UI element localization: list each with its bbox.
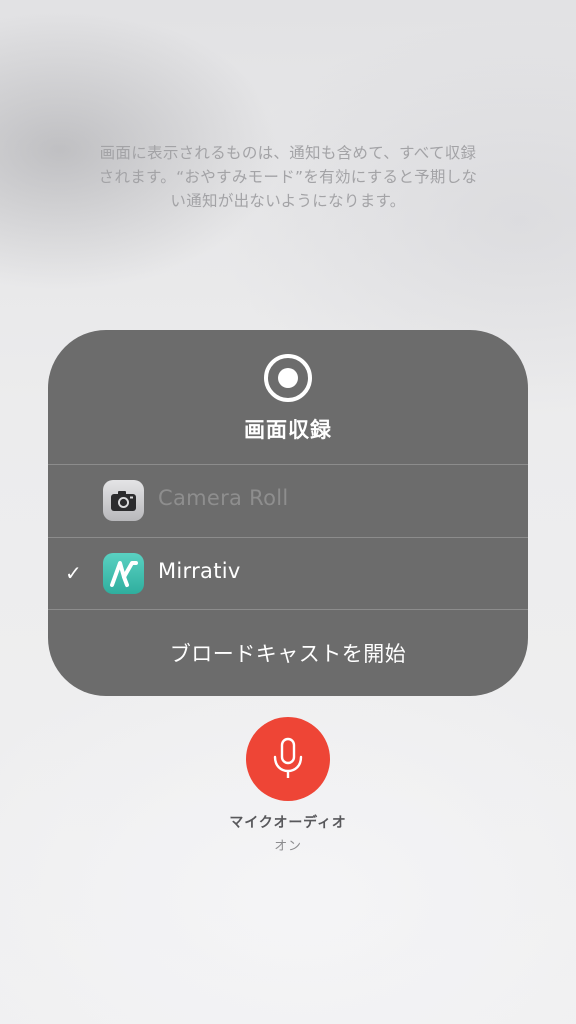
- option-label: Mirrativ: [158, 559, 241, 583]
- camera-icon: [103, 480, 144, 521]
- option-mirrativ[interactable]: ✓ Mirrativ: [48, 538, 528, 610]
- panel-title: 画面収録: [244, 418, 332, 442]
- mirrativ-icon: [103, 553, 144, 594]
- option-label: Camera Roll: [158, 486, 289, 510]
- microphone-state-label: オン: [274, 839, 302, 854]
- start-broadcast-label: ブロードキャストを開始: [169, 642, 407, 666]
- record-icon: [264, 354, 312, 402]
- microphone-toggle-button[interactable]: [246, 717, 330, 801]
- record-icon-dot: [278, 368, 298, 388]
- start-broadcast-button[interactable]: ブロードキャストを開始: [48, 610, 528, 696]
- checkmark-icon: ✓: [65, 561, 82, 585]
- option-camera-roll[interactable]: Camera Roll: [48, 465, 528, 537]
- notice-line-2: されます。“おやすみモード”を有効にすると予期しな: [98, 168, 478, 186]
- notice-line-3: い通知が出ないようになります。: [170, 192, 406, 210]
- microphone-icon: [273, 737, 303, 778]
- screen-recording-panel: 画面収録 Camera Roll ✓ Mirrativ ブロードキャストを開始: [48, 330, 528, 696]
- microphone-audio-label: マイクオーディオ: [229, 815, 347, 831]
- recording-notice: 画面に表示されるものは、通知も含めて、すべて収録 されます。“おやすみモード”を…: [60, 141, 516, 213]
- notice-line-1: 画面に表示されるものは、通知も含めて、すべて収録: [99, 144, 477, 162]
